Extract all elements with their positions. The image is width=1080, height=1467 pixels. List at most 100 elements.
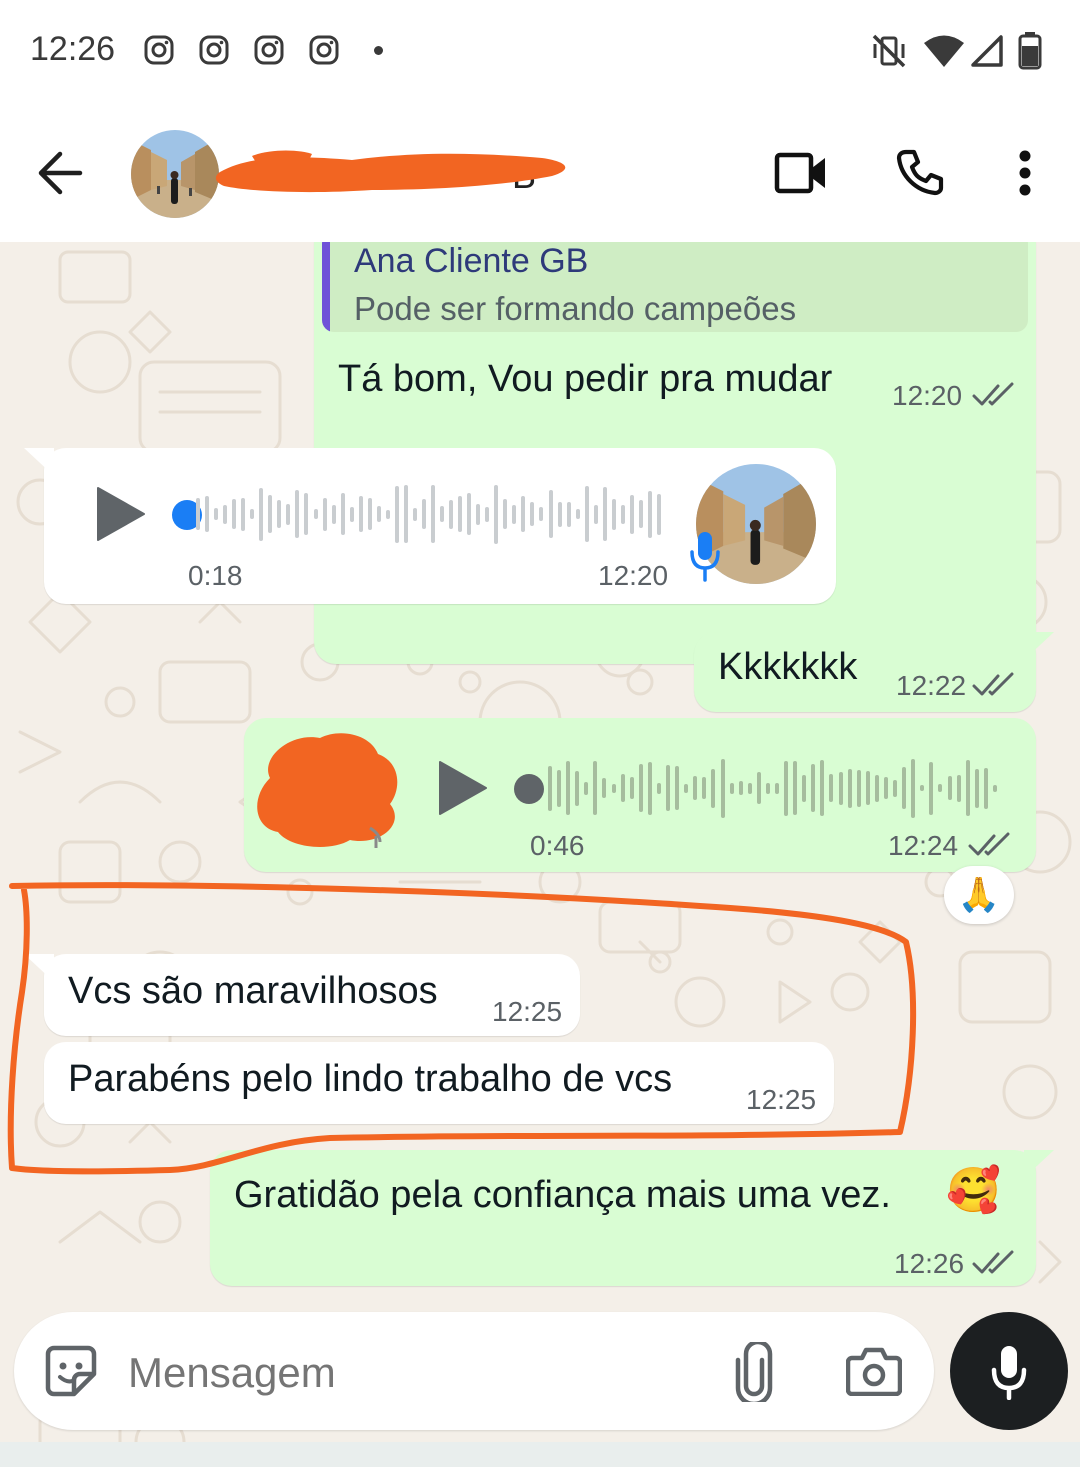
- waveform-bar: [567, 502, 571, 527]
- waveform-bar: [866, 771, 870, 805]
- waveform-bar: [957, 775, 961, 802]
- waveform-bar: [839, 772, 843, 805]
- waveform-bar: [911, 759, 915, 818]
- waveform-bar: [304, 493, 308, 535]
- waveform-bar: [350, 507, 354, 522]
- quote-text: Pode ser formando campeões: [354, 290, 797, 327]
- voice-progress-dot[interactable]: [514, 774, 544, 804]
- waveform-bar: [657, 494, 661, 535]
- waveform-bar: [775, 783, 779, 794]
- waveform-bar: [948, 776, 952, 800]
- waveform-bar: [929, 762, 933, 815]
- vibrate-off-icon: [872, 34, 906, 68]
- waveform-bar: [684, 784, 688, 793]
- waveform-bar: [993, 785, 997, 792]
- voice-duration: 0:46: [530, 830, 585, 861]
- waveform-bar: [530, 502, 534, 526]
- more-notifications-dot: [374, 46, 383, 55]
- waveform-bar: [875, 775, 879, 802]
- waveform-bar: [512, 505, 516, 524]
- waveform-bar: [196, 498, 200, 530]
- waveform-bar: [295, 490, 299, 538]
- voice-call-icon[interactable]: [896, 148, 944, 196]
- waveform-bar: [431, 485, 435, 543]
- waveform-bar: [566, 761, 570, 815]
- waveform-bar: [902, 767, 906, 809]
- waveform-bar: [332, 505, 336, 524]
- waveform-bar: [721, 759, 725, 818]
- voice-record-button[interactable]: [950, 1312, 1068, 1430]
- waveform-bar: [557, 770, 561, 807]
- voice-waveform[interactable]: [196, 484, 666, 544]
- waveform-bar: [314, 509, 318, 519]
- back-arrow-icon[interactable]: [36, 150, 84, 196]
- waveform-bar: [893, 780, 897, 797]
- waveform-bar: [984, 768, 988, 809]
- camera-icon[interactable]: [846, 1346, 902, 1396]
- message-time: 12:22: [896, 670, 967, 701]
- waveform-bar: [404, 485, 408, 543]
- chat-area[interactable]: Ana Cliente GB Pode ser formando campeõe…: [0, 242, 1080, 1442]
- redacted-contact-name[interactable]: B: [212, 146, 572, 198]
- waveform-bar: [648, 491, 652, 538]
- reaction-badge[interactable]: 🙏: [944, 866, 1014, 924]
- waveform-bar: [250, 509, 254, 519]
- waveform-bar: [648, 762, 652, 815]
- waveform-bar: [820, 760, 824, 816]
- double-check-icon: [972, 382, 1014, 406]
- waveform-bar: [422, 499, 426, 529]
- waveform-bar: [602, 778, 606, 798]
- waveform-bar: [612, 499, 616, 530]
- waveform-bar: [693, 776, 697, 800]
- waveform-bar: [784, 761, 788, 816]
- waveform-bar: [395, 486, 399, 543]
- waveform-bar: [811, 764, 815, 812]
- annotation-highlight-outline: [7, 882, 917, 1175]
- waveform-bar: [549, 490, 553, 538]
- waveform-bar: [440, 506, 444, 522]
- waveform-bar: [576, 509, 580, 519]
- waveform-bar: [485, 507, 489, 522]
- waveform-bar: [494, 485, 498, 544]
- waveform-bar: [666, 765, 670, 811]
- waveform-bar: [539, 507, 543, 521]
- waveform-bar: [521, 496, 525, 532]
- waveform-bar: [259, 488, 263, 541]
- double-check-icon: [972, 1250, 1014, 1274]
- instagram-icon: [199, 35, 229, 65]
- waveform-bar: [630, 495, 634, 534]
- mic-badge-icon: [690, 532, 720, 582]
- waveform-bar: [938, 784, 942, 792]
- double-check-icon: [968, 832, 1010, 856]
- waveform-bar: [748, 783, 752, 794]
- status-bar: 12:26: [0, 0, 1080, 100]
- more-options-icon[interactable]: [1014, 150, 1036, 196]
- waveform-bar: [558, 502, 562, 527]
- message-input[interactable]: [126, 1340, 690, 1406]
- waveform-bar: [341, 493, 345, 535]
- voice-waveform[interactable]: [548, 758, 1002, 818]
- waveform-bar: [848, 769, 852, 808]
- waveform-bar: [458, 496, 462, 532]
- waveform-bar: [205, 496, 209, 532]
- quote-accent-bar: [322, 242, 330, 332]
- play-icon[interactable]: [96, 486, 146, 542]
- waveform-bar: [603, 487, 607, 541]
- navigation-bar: [0, 1442, 1080, 1467]
- signal-icon: [971, 35, 1003, 67]
- waveform-bar: [377, 506, 381, 522]
- waveform-bar: [802, 775, 806, 802]
- sticker-icon[interactable]: [44, 1344, 98, 1398]
- contact-avatar[interactable]: [131, 130, 219, 218]
- bubble-tail: [1024, 1150, 1054, 1178]
- waveform-bar: [277, 500, 281, 528]
- waveform-bar: [639, 764, 643, 812]
- attach-icon[interactable]: [734, 1342, 774, 1402]
- waveform-bar: [639, 500, 643, 528]
- waveform-bar: [584, 782, 588, 795]
- video-call-icon[interactable]: [774, 152, 828, 194]
- waveform-bar: [612, 784, 616, 793]
- waveform-bar: [920, 785, 924, 791]
- waveform-bar: [884, 777, 888, 799]
- play-icon[interactable]: [438, 760, 488, 816]
